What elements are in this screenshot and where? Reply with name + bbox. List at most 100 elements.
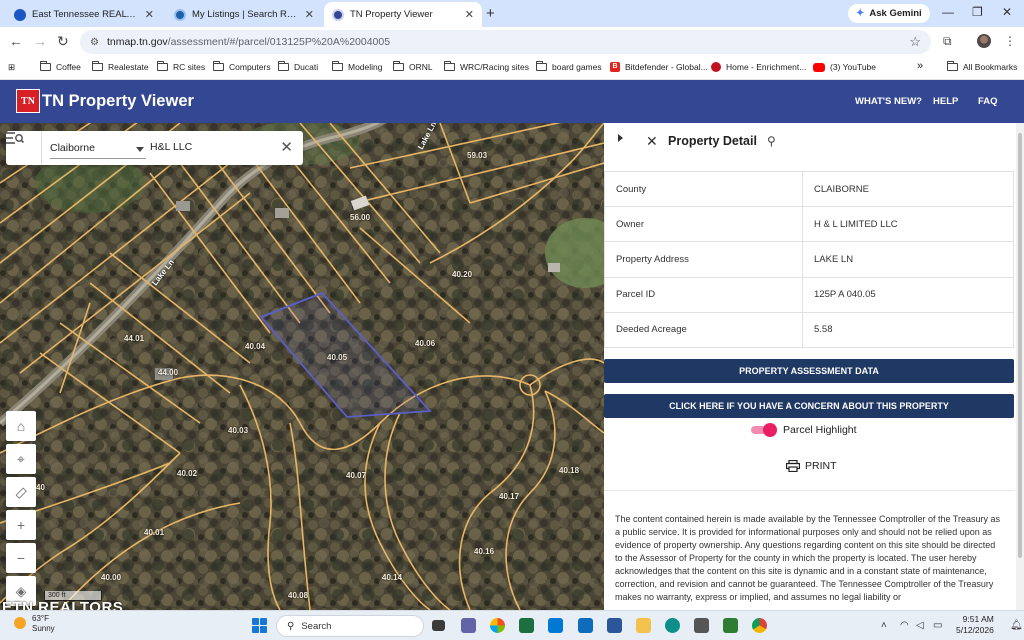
windows-start-button[interactable] — [252, 618, 267, 633]
bookmark-folder-ducati[interactable]: Ducati — [278, 61, 319, 72]
tab-east-tennessee-realtors[interactable]: East Tennessee REALTORS® Da ✕ — [6, 2, 162, 27]
panel-title: Property Detail — [668, 134, 757, 148]
close-tab-icon[interactable]: ✕ — [305, 8, 314, 21]
photos-icon[interactable] — [694, 618, 709, 633]
task-view-icon[interactable] — [432, 620, 445, 631]
county-select[interactable]: Claiborne — [50, 139, 146, 159]
bookmark-folder-board-games[interactable]: board games — [536, 61, 602, 72]
locate-button[interactable]: ⌖ — [6, 444, 36, 474]
app-icon[interactable] — [723, 618, 738, 633]
zoom-in-button[interactable]: + — [6, 510, 36, 540]
edge-icon[interactable] — [665, 618, 680, 633]
site-info-icon[interactable]: ⚙ — [90, 37, 99, 48]
taskbar-search-label: Search — [301, 620, 332, 632]
close-window-icon[interactable]: ✕ — [1002, 5, 1012, 19]
whats-new-link[interactable]: WHAT'S NEW? — [855, 96, 922, 107]
divider — [604, 490, 1014, 491]
bookmark-folder-computers[interactable]: Computers — [213, 61, 271, 72]
table-row: Parcel ID 125P A 040.05 — [604, 276, 1014, 313]
folder-icon — [278, 61, 289, 71]
tn-logo: TN — [16, 89, 40, 113]
more-bookmarks-chevron-icon[interactable]: » — [917, 60, 923, 72]
zoom-out-button[interactable]: − — [6, 543, 36, 573]
bookmark-bitdefender[interactable]: B Bitdefender - Global... — [610, 62, 708, 72]
owner-search-input[interactable]: H&L LLC — [150, 141, 192, 153]
apps-grid-icon[interactable]: ⊞ — [8, 62, 15, 73]
new-tab-button[interactable]: + — [486, 5, 495, 22]
reload-icon[interactable]: ↻ — [57, 33, 69, 50]
tab-tn-property-viewer[interactable]: TN Property Viewer ✕ — [324, 2, 482, 27]
bookmark-folder-coffee[interactable]: Coffee — [40, 61, 81, 72]
clear-search-icon[interactable]: ✕ — [280, 138, 293, 156]
faq-link[interactable]: FAQ — [978, 96, 998, 107]
bookmark-label: WRC/Racing sites — [460, 62, 529, 72]
bookmark-youtube[interactable]: (3) YouTube — [813, 62, 876, 72]
copilot-icon[interactable] — [490, 618, 505, 633]
bookmark-folder-rc-sites[interactable]: RC sites — [157, 61, 205, 72]
notifications-icon[interactable]: 🔔︎ — [1010, 620, 1023, 631]
taskbar-search[interactable]: ⚲ Search — [276, 615, 424, 637]
parcel-map[interactable]: 59.03 56.00 40.20 44.01 40.04 40.05 40.0… — [0, 123, 604, 610]
outlook-icon[interactable] — [548, 618, 563, 633]
address-bar[interactable]: ⚙ tnmap.tn.gov /assessment/#/parcel/0131… — [80, 30, 931, 54]
battery-icon[interactable]: ▭ — [933, 620, 942, 631]
bookmark-folder-wrc-racing[interactable]: WRC/Racing sites — [444, 61, 529, 72]
bookmark-folder-ornl[interactable]: ORNL — [393, 61, 433, 72]
tab-title: TN Property Viewer — [350, 9, 433, 20]
search-menu-button[interactable] — [6, 131, 42, 165]
all-bookmarks-folder[interactable]: All Bookmarks — [947, 61, 1017, 72]
bookmark-label: Ducati — [294, 62, 319, 72]
print-button[interactable]: PRINT — [786, 460, 837, 472]
file-explorer-icon[interactable] — [636, 618, 651, 633]
profile-avatar[interactable] — [977, 34, 991, 48]
search-icon[interactable]: ⚲ — [767, 134, 776, 148]
table-row: Deeded Acreage 5.58 — [604, 311, 1014, 348]
bookmark-star-icon[interactable]: ☆ — [909, 34, 921, 50]
close-panel-icon[interactable]: ✕ — [646, 133, 658, 150]
building — [275, 208, 289, 218]
table-row: Property Address LAKE LN — [604, 241, 1014, 278]
bookmark-folder-modeling[interactable]: Modeling — [332, 61, 383, 72]
report-concern-button[interactable]: CLICK HERE IF YOU HAVE A CONCERN ABOUT T… — [604, 394, 1014, 418]
parcel-label: 40.08 — [288, 591, 309, 600]
ask-gemini-button[interactable]: ✦ Ask Gemini — [848, 4, 930, 23]
volume-icon[interactable]: ◁ — [916, 620, 924, 631]
close-tab-icon[interactable]: ✕ — [465, 8, 474, 21]
home-extent-button[interactable]: ⌂ — [6, 411, 36, 441]
close-tab-icon[interactable]: ✕ — [145, 8, 154, 21]
property-assessment-data-button[interactable]: PROPERTY ASSESSMENT DATA — [604, 359, 1014, 383]
back-arrow-icon[interactable]: ← — [9, 33, 23, 49]
teams-icon[interactable] — [461, 618, 476, 633]
bookmark-label: Bitdefender - Global... — [625, 62, 708, 72]
building — [176, 201, 190, 211]
help-link[interactable]: HELP — [933, 96, 958, 107]
bookmark-label: ORNL — [409, 62, 433, 72]
panel-scrollbar-thumb[interactable] — [1018, 133, 1022, 558]
tab-my-listings[interactable]: My Listings | Search Results | fle ✕ — [166, 2, 322, 27]
tab-search-icon[interactable]: ⧉ — [943, 34, 952, 49]
parcel-label: 40.07 — [346, 471, 367, 480]
word-icon[interactable] — [607, 618, 622, 633]
browser-toolbar: ← → ↻ ⚙ tnmap.tn.gov /assessment/#/parce… — [0, 27, 1024, 57]
browser-tab-strip: East Tennessee REALTORS® Da ✕ My Listing… — [0, 0, 1024, 27]
chrome-menu-icon[interactable]: ⋮ — [1004, 34, 1016, 48]
measure-button[interactable]: ▭ — [6, 477, 36, 507]
forward-arrow-icon[interactable]: → — [33, 33, 47, 49]
table-row: County CLAIBORNE — [604, 170, 1014, 208]
show-hidden-icons-chevron-icon[interactable]: ˄ — [881, 620, 887, 631]
excel-icon[interactable] — [519, 618, 534, 633]
bookmark-folder-realestate[interactable]: Realestate — [92, 61, 149, 72]
listings-favicon-icon — [174, 8, 186, 21]
wifi-icon[interactable]: ◠ — [900, 620, 909, 631]
collapse-panel-icon[interactable] — [618, 134, 623, 142]
minimize-icon[interactable]: — — [942, 5, 954, 19]
ask-gemini-label: Ask Gemini — [869, 8, 922, 19]
bookmark-home-enrichment[interactable]: Home - Enrichment... — [711, 62, 806, 72]
parcel-label: 44.01 — [124, 334, 145, 343]
restore-icon[interactable]: ❐ — [972, 5, 983, 19]
parcel-highlight-toggle[interactable] — [751, 423, 777, 437]
tab-title: My Listings | Search Results | fle — [192, 9, 299, 20]
store-icon[interactable] — [578, 618, 593, 633]
system-clock[interactable]: 9:51 AM 5/12/2026 — [956, 614, 994, 636]
chrome-icon[interactable] — [752, 618, 767, 633]
